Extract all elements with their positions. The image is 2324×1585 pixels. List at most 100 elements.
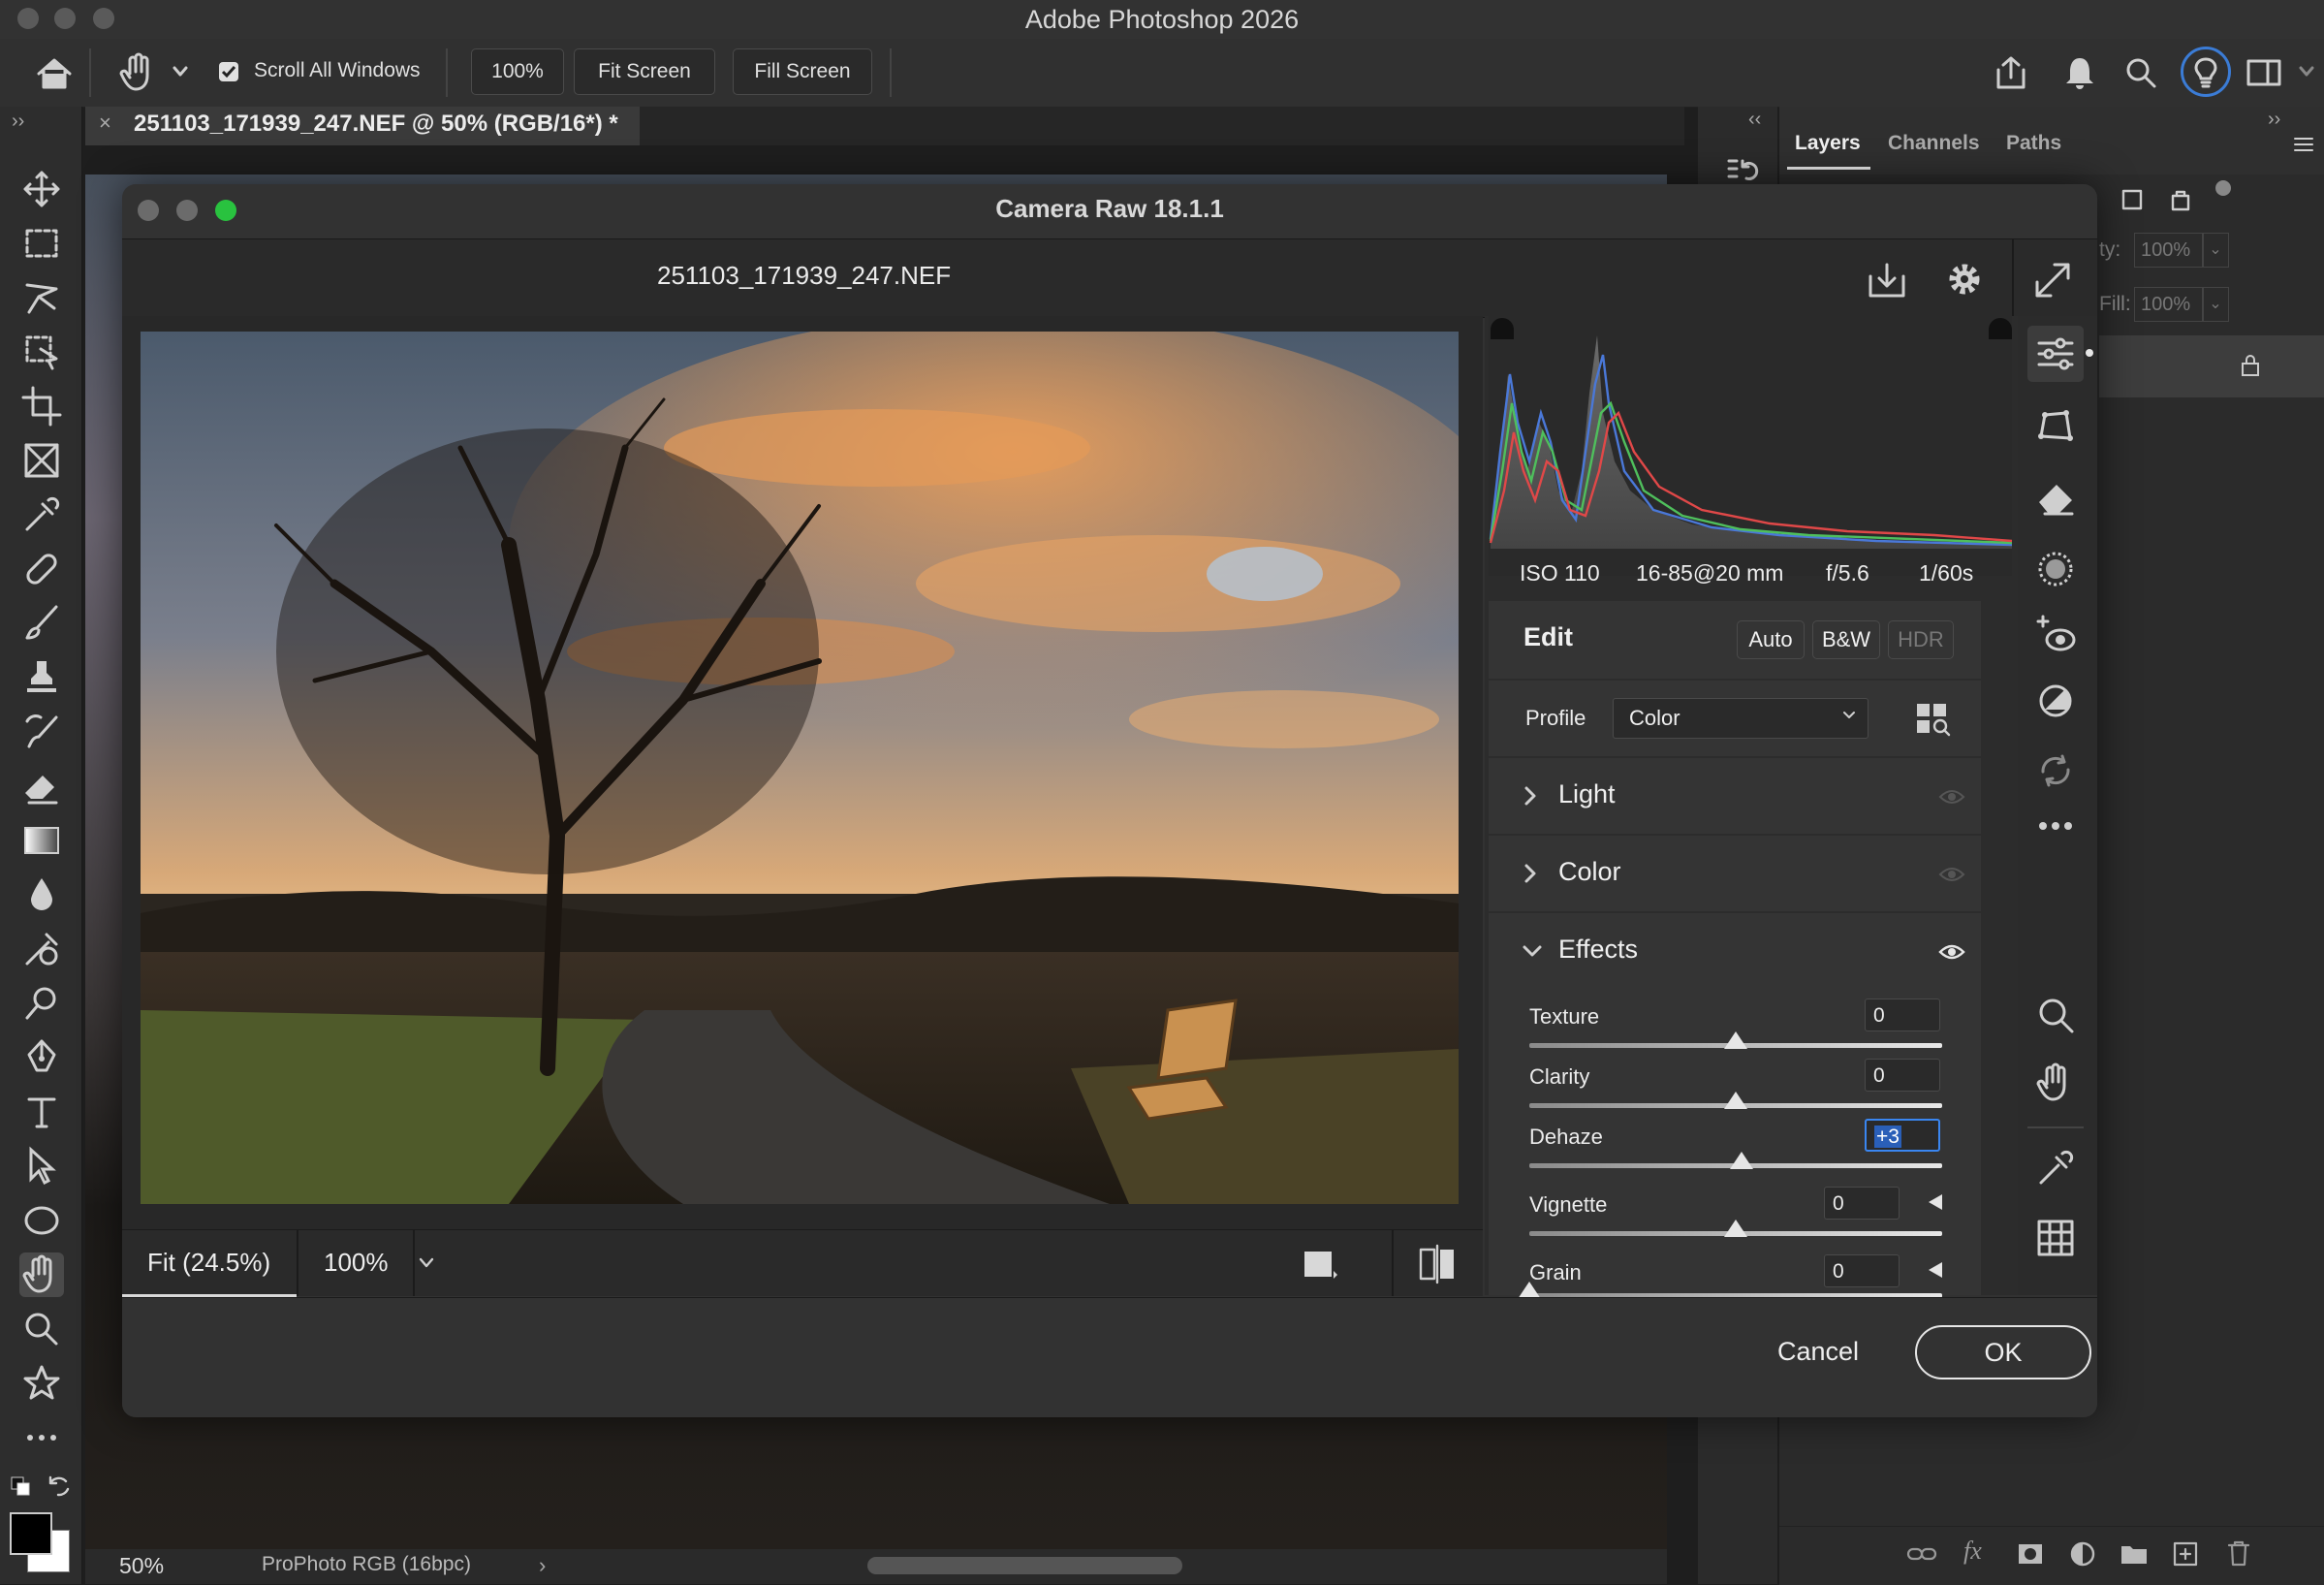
frame-tool-icon[interactable] — [19, 438, 64, 483]
save-image-icon[interactable] — [1867, 261, 1907, 300]
lock-artboard-icon[interactable] — [2167, 186, 2194, 213]
link-layers-icon[interactable] — [1905, 1540, 1938, 1568]
profile-browser-icon[interactable] — [1915, 702, 1952, 737]
object-selection-tool-icon[interactable] — [19, 330, 64, 374]
remove-tool-icon[interactable] — [2035, 477, 2076, 518]
blur-tool-icon[interactable] — [19, 872, 64, 917]
hand-tool-preset-icon[interactable] — [118, 52, 157, 93]
move-tool-icon[interactable] — [19, 167, 64, 211]
auto-button[interactable]: Auto — [1737, 620, 1805, 659]
eye-icon[interactable] — [1938, 787, 1965, 807]
lock-all-icon[interactable] — [2215, 180, 2231, 196]
collapse-panel-icon[interactable]: ‹‹ — [1748, 109, 1761, 131]
healing-brush-tool-icon[interactable] — [19, 547, 64, 591]
dehaze-slider-thumb[interactable] — [1730, 1152, 1754, 1169]
close-tab-icon[interactable]: × — [99, 111, 111, 136]
path-selection-tool-icon[interactable] — [19, 1144, 64, 1189]
bell-icon[interactable] — [2062, 54, 2097, 91]
dehaze-value-field[interactable]: +3 — [1865, 1119, 1940, 1152]
tab-paths[interactable]: Paths — [2006, 132, 2061, 155]
more-tools-icon[interactable] — [19, 1415, 64, 1460]
foreground-color-swatch[interactable] — [10, 1512, 52, 1555]
tab-channels[interactable]: Channels — [1888, 132, 1980, 155]
highlight-clipping-icon[interactable] — [1989, 318, 2012, 339]
adjustment-layer-icon[interactable] — [2068, 1540, 2097, 1568]
new-layer-icon[interactable] — [2171, 1540, 2200, 1568]
shadow-clipping-icon[interactable] — [1491, 318, 1514, 339]
vignette-value-field[interactable]: 0 — [1824, 1187, 1900, 1220]
workspace-icon[interactable] — [2246, 58, 2281, 87]
profile-select[interactable]: Color — [1613, 698, 1869, 739]
chevron-right-icon[interactable]: › — [539, 1553, 546, 1578]
texture-value-field[interactable]: 0 — [1865, 999, 1940, 1031]
more-options-icon[interactable] — [2035, 816, 2076, 836]
eye-icon[interactable] — [1938, 942, 1965, 962]
eraser-tool-icon[interactable] — [19, 764, 64, 808]
hdr-button[interactable]: HDR — [1888, 620, 1954, 659]
zoom-percent-label[interactable]: 100% — [324, 1248, 389, 1278]
panel-menu-icon[interactable] — [2293, 136, 2314, 153]
lock-position-icon[interactable] — [2119, 186, 2146, 213]
clarity-slider-thumb[interactable] — [1724, 1092, 1747, 1109]
presets-tool-icon[interactable] — [2035, 681, 2076, 721]
vignette-slider-thumb[interactable] — [1724, 1220, 1747, 1237]
masking-tool-icon[interactable] — [2035, 549, 2076, 589]
swap-colors-icon[interactable] — [47, 1474, 72, 1499]
snapshots-tool-icon[interactable] — [2035, 750, 2076, 791]
hand-tool-icon[interactable] — [19, 1252, 64, 1297]
expand-panel-icon[interactable]: ›› — [12, 111, 24, 133]
chevron-down-icon[interactable] — [173, 66, 188, 78]
ok-button[interactable]: OK — [1915, 1325, 2091, 1379]
geometry-tool-icon[interactable] — [2035, 405, 2076, 446]
lasso-tool-icon[interactable] — [19, 275, 64, 320]
caret-left-icon[interactable] — [1927, 1260, 1944, 1280]
magnify-tool-icon[interactable] — [19, 981, 64, 1026]
toggle-overlay-icon[interactable] — [1301, 1248, 1339, 1281]
edit-tool-icon[interactable] — [2027, 326, 2084, 382]
type-tool-icon[interactable] — [19, 1090, 64, 1134]
zoom-100-button[interactable]: 100% — [471, 48, 564, 95]
layer-row[interactable] — [2099, 335, 2324, 397]
home-icon[interactable] — [35, 56, 74, 91]
chevron-down-icon[interactable]: ⌄ — [2202, 233, 2229, 268]
zoom-tool-icon[interactable] — [19, 1307, 64, 1351]
fullscreen-icon[interactable] — [2033, 261, 2072, 300]
bw-button[interactable]: B&W — [1812, 620, 1880, 659]
brush-tool-icon[interactable] — [19, 601, 64, 646]
chevron-down-icon[interactable] — [1522, 944, 1543, 958]
chevron-down-icon[interactable] — [419, 1257, 434, 1269]
red-eye-tool-icon[interactable] — [2035, 613, 2078, 655]
document-tab[interactable]: × 251103_171939_247.NEF @ 50% (RGB/16*) … — [85, 107, 640, 145]
ellipse-tool-icon[interactable] — [19, 1198, 64, 1243]
crop-tool-icon[interactable] — [19, 384, 64, 428]
texture-slider-thumb[interactable] — [1724, 1031, 1747, 1049]
clone-stamp-tool-icon[interactable] — [19, 655, 64, 700]
eyedropper-tool-icon[interactable] — [19, 492, 64, 537]
share-icon[interactable] — [1993, 54, 2029, 91]
grid-overlay-icon[interactable] — [2035, 1218, 2076, 1258]
photo-preview[interactable] — [141, 332, 1459, 1204]
grain-value-field[interactable]: 0 — [1824, 1254, 1900, 1287]
clarity-value-field[interactable]: 0 — [1865, 1059, 1940, 1092]
history-brush-tool-icon[interactable] — [19, 710, 64, 754]
horizontal-scrollbar[interactable] — [867, 1557, 1182, 1574]
fill-field[interactable]: 100% — [2134, 287, 2204, 322]
settings-gear-icon[interactable] — [1944, 259, 1985, 300]
chevron-down-icon[interactable]: ⌄ — [2202, 287, 2229, 322]
collapse-panel-icon[interactable]: ›› — [2268, 109, 2280, 131]
layer-style-icon[interactable]: fx — [1963, 1537, 1982, 1566]
color-section[interactable]: Color — [1489, 836, 1981, 911]
fit-screen-button[interactable]: Fit Screen — [574, 48, 715, 95]
search-icon[interactable] — [2124, 56, 2157, 89]
status-zoom[interactable]: 50% — [119, 1553, 164, 1579]
new-group-icon[interactable] — [2119, 1540, 2150, 1568]
cancel-button[interactable]: Cancel — [1777, 1337, 1859, 1367]
gradient-tool-icon[interactable] — [19, 818, 64, 863]
history-panel-icon[interactable] — [1725, 155, 1760, 186]
caret-left-icon[interactable] — [1927, 1192, 1944, 1212]
zoom-tool-icon[interactable] — [2035, 995, 2076, 1035]
before-after-icon[interactable] — [1417, 1244, 1458, 1284]
chevron-down-icon[interactable] — [2299, 66, 2314, 78]
delete-layer-icon[interactable] — [2225, 1538, 2252, 1568]
tab-layers[interactable]: Layers — [1795, 132, 1861, 155]
